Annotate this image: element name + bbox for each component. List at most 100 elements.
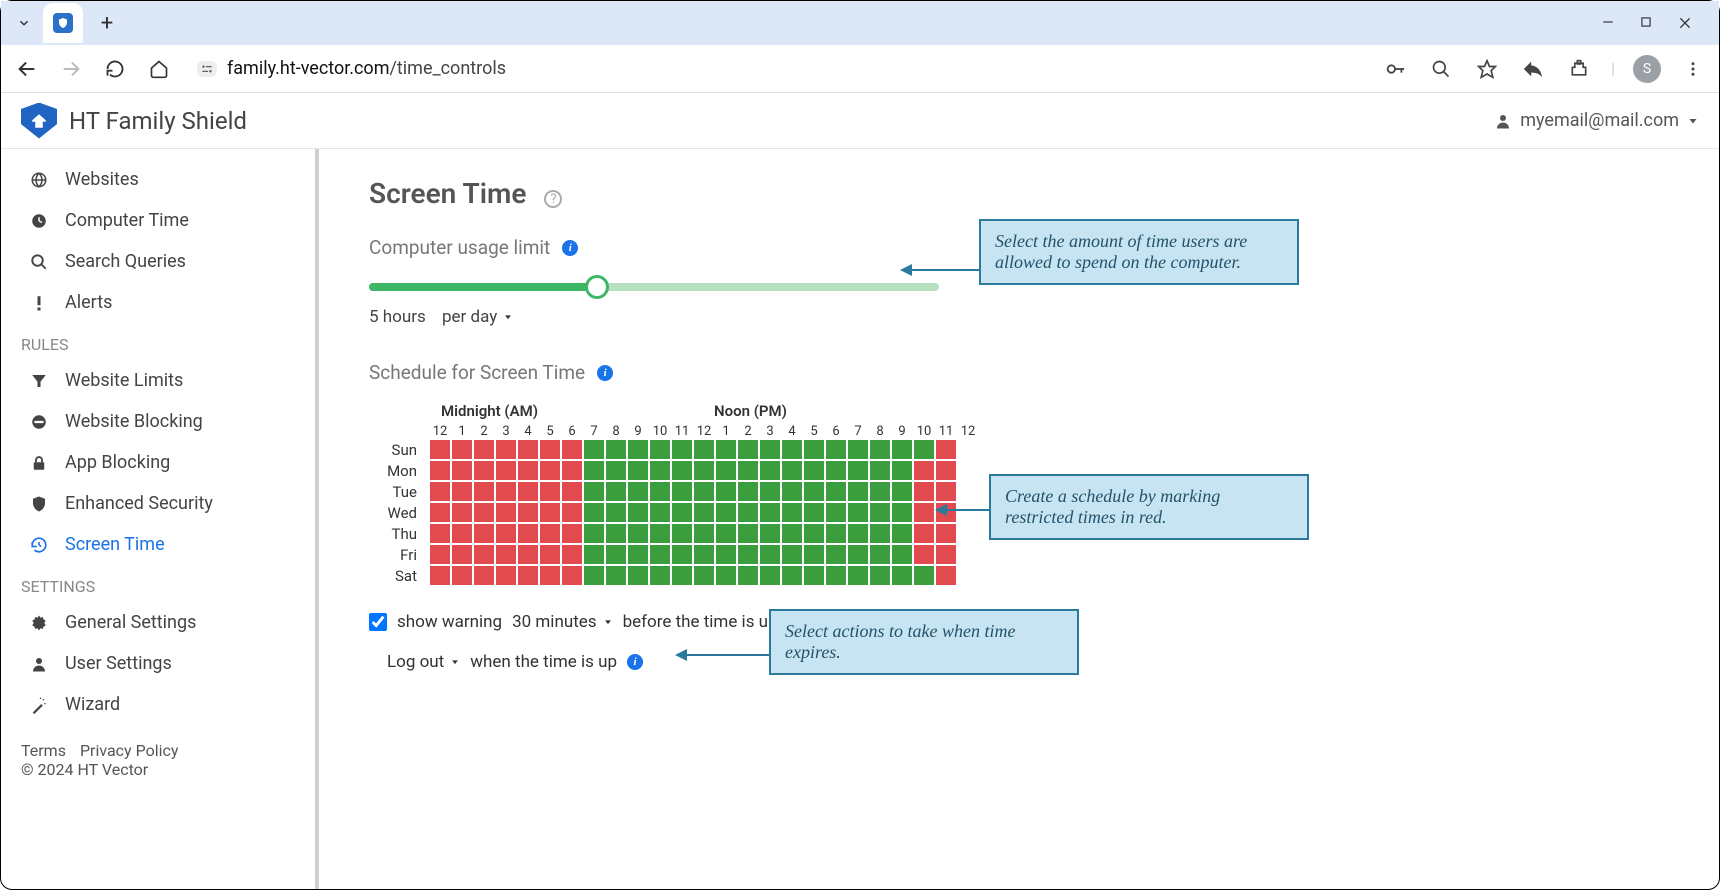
sidebar-item-screen-time[interactable]: Screen Time [1,524,315,565]
password-key-icon[interactable] [1381,55,1409,83]
schedule-cell[interactable] [847,481,869,502]
schedule-cell[interactable] [495,439,517,460]
schedule-cell[interactable] [561,481,583,502]
schedule-cell[interactable] [451,502,473,523]
schedule-cell[interactable] [583,565,605,586]
schedule-cell[interactable] [715,544,737,565]
schedule-cell[interactable] [935,481,957,502]
schedule-cell[interactable] [627,523,649,544]
schedule-cell[interactable] [847,544,869,565]
warning-checkbox[interactable] [369,613,387,631]
zoom-icon[interactable] [1427,55,1455,83]
sidebar-item-website-limits[interactable]: Website Limits [1,360,315,401]
info-icon[interactable]: i [627,654,643,670]
schedule-cell[interactable] [649,481,671,502]
schedule-cell[interactable] [737,523,759,544]
info-icon[interactable]: i [597,365,613,381]
schedule-cell[interactable] [693,523,715,544]
schedule-cell[interactable] [429,565,451,586]
schedule-cell[interactable] [539,439,561,460]
schedule-cell[interactable] [495,460,517,481]
schedule-cell[interactable] [737,460,759,481]
schedule-cell[interactable] [935,439,957,460]
schedule-cell[interactable] [517,565,539,586]
schedule-cell[interactable] [891,565,913,586]
schedule-cell[interactable] [737,565,759,586]
schedule-cell[interactable] [561,565,583,586]
schedule-cell[interactable] [781,439,803,460]
extensions-icon[interactable] [1565,55,1593,83]
usage-slider[interactable] [369,283,939,291]
schedule-cell[interactable] [671,544,693,565]
usage-value-dropdown[interactable]: 5 hours per day [369,307,513,327]
schedule-cell[interactable] [671,502,693,523]
schedule-cell[interactable] [825,544,847,565]
schedule-cell[interactable] [627,439,649,460]
tab-menu-chevron[interactable] [9,8,39,38]
schedule-cell[interactable] [715,439,737,460]
schedule-cell[interactable] [913,439,935,460]
schedule-cell[interactable] [539,565,561,586]
site-settings-icon[interactable] [197,61,217,77]
sidebar-item-enhanced-security[interactable]: Enhanced Security [1,483,315,524]
active-tab[interactable] [43,3,83,43]
schedule-cell[interactable] [693,565,715,586]
schedule-cell[interactable] [539,544,561,565]
schedule-cell[interactable] [605,481,627,502]
home-button[interactable] [145,55,173,83]
schedule-cell[interactable] [737,481,759,502]
schedule-cell[interactable] [737,502,759,523]
schedule-cell[interactable] [473,439,495,460]
schedule-cell[interactable] [627,460,649,481]
schedule-cell[interactable] [935,523,957,544]
schedule-cell[interactable] [495,565,517,586]
schedule-cell[interactable] [693,460,715,481]
schedule-cell[interactable] [429,523,451,544]
schedule-cell[interactable] [517,439,539,460]
schedule-cell[interactable] [473,460,495,481]
schedule-cell[interactable] [803,481,825,502]
schedule-cell[interactable] [715,481,737,502]
sidebar-item-wizard[interactable]: Wizard [1,684,315,725]
schedule-cell[interactable] [825,565,847,586]
terms-link[interactable]: Terms [21,741,66,760]
schedule-cell[interactable] [561,544,583,565]
new-tab-button[interactable]: + [91,7,123,39]
schedule-cell[interactable] [891,460,913,481]
schedule-cell[interactable] [693,502,715,523]
schedule-cell[interactable] [627,544,649,565]
schedule-cell[interactable] [715,565,737,586]
schedule-cell[interactable] [561,502,583,523]
schedule-cell[interactable] [869,502,891,523]
schedule-cell[interactable] [495,544,517,565]
bookmark-star-icon[interactable] [1473,55,1501,83]
schedule-cell[interactable] [715,460,737,481]
schedule-cell[interactable] [847,439,869,460]
schedule-cell[interactable] [451,481,473,502]
schedule-cell[interactable] [847,460,869,481]
schedule-cell[interactable] [913,460,935,481]
schedule-cell[interactable] [495,481,517,502]
schedule-cell[interactable] [429,544,451,565]
slider-thumb[interactable] [585,275,609,299]
schedule-cell[interactable] [517,544,539,565]
schedule-cell[interactable] [583,502,605,523]
schedule-cell[interactable] [561,460,583,481]
schedule-cell[interactable] [891,523,913,544]
schedule-cell[interactable] [539,502,561,523]
schedule-cell[interactable] [803,460,825,481]
schedule-cell[interactable] [781,544,803,565]
schedule-cell[interactable] [693,481,715,502]
profile-avatar[interactable]: S [1633,55,1661,83]
schedule-cell[interactable] [693,439,715,460]
schedule-cell[interactable] [649,523,671,544]
schedule-cell[interactable] [649,439,671,460]
schedule-cell[interactable] [495,523,517,544]
schedule-cell[interactable] [759,523,781,544]
schedule-cell[interactable] [451,460,473,481]
maximize-button[interactable] [1639,15,1653,31]
schedule-cell[interactable] [847,565,869,586]
schedule-cell[interactable] [803,523,825,544]
schedule-cell[interactable] [605,502,627,523]
schedule-cell[interactable] [913,523,935,544]
